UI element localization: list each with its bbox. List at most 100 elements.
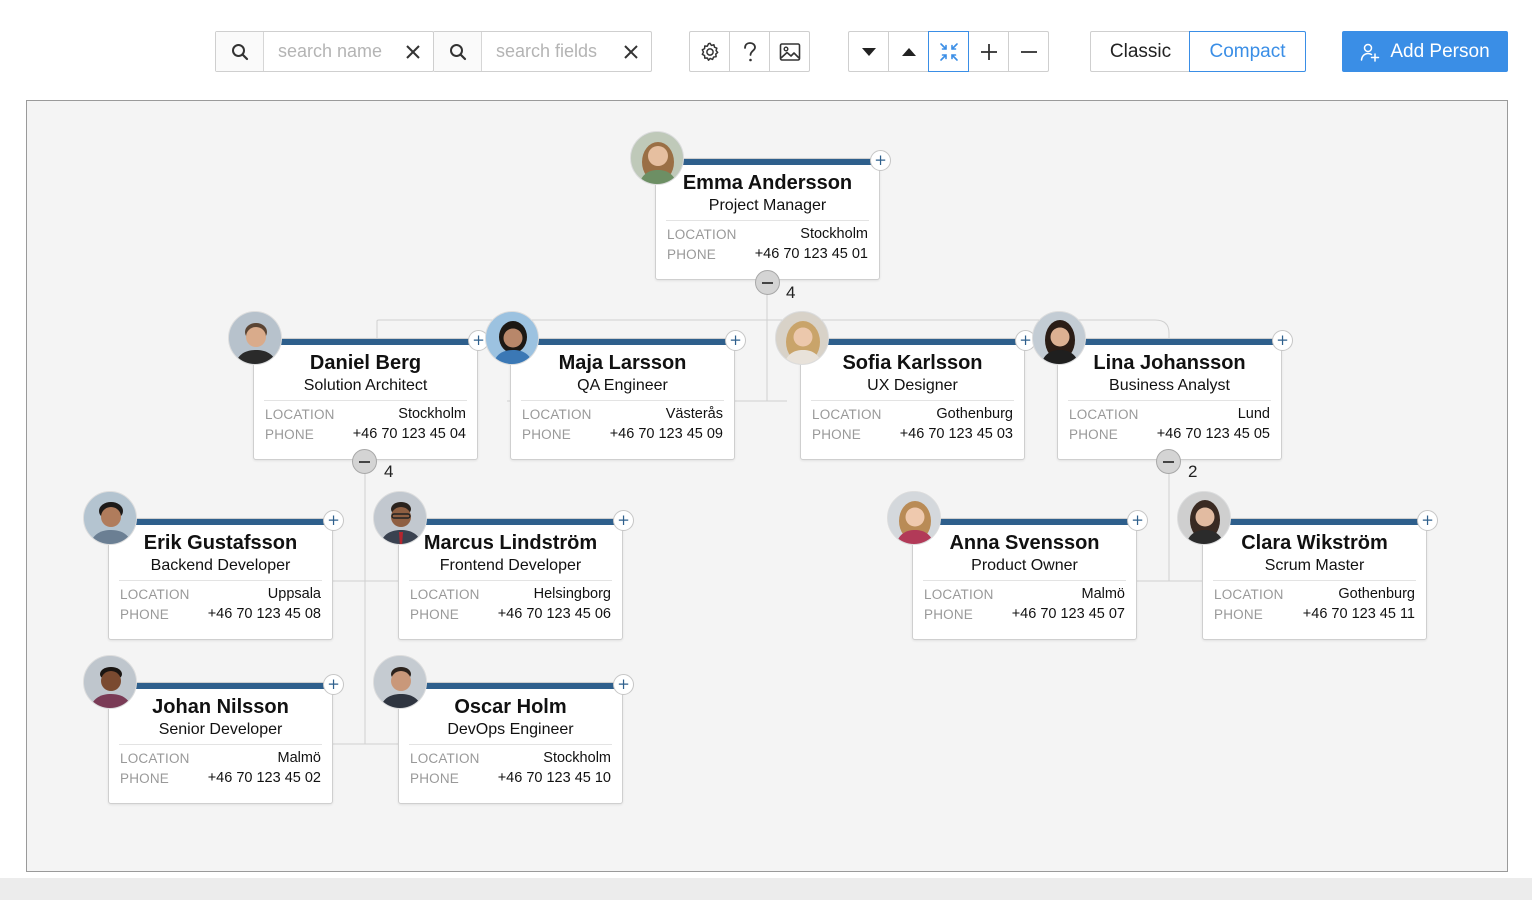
phone-label: PHONE	[522, 426, 572, 442]
phone-row: PHONE +46 70 123 45 09	[522, 425, 723, 443]
add-child-button[interactable]: +	[323, 674, 344, 695]
location-row: LOCATION Gothenburg	[1214, 585, 1415, 603]
search-fields-input[interactable]	[482, 32, 611, 71]
search-name-input[interactable]	[264, 32, 393, 71]
divider	[666, 220, 869, 221]
add-child-button[interactable]: +	[1417, 510, 1438, 531]
add-child-button[interactable]: +	[1272, 330, 1293, 351]
phone-label: PHONE	[120, 770, 170, 786]
phone-label: PHONE	[410, 606, 460, 622]
phone-value: +46 70 123 45 11	[1302, 606, 1415, 622]
window-bottom-edge	[0, 878, 1532, 900]
phone-label: PHONE	[410, 770, 460, 786]
add-child-button[interactable]: +	[1127, 510, 1148, 531]
person-name: Marcus Lindström	[423, 532, 598, 554]
layout-classic-button[interactable]: Classic	[1090, 31, 1191, 72]
location-row: LOCATION Lund	[1069, 405, 1270, 423]
collapse-children-button[interactable]	[1156, 449, 1181, 474]
phone-row: PHONE +46 70 123 45 03	[812, 425, 1013, 443]
card-accent-bar	[109, 683, 332, 689]
location-label: LOCATION	[120, 586, 190, 602]
phone-row: PHONE +46 70 123 45 06	[410, 605, 611, 623]
caret-up-icon	[901, 47, 916, 56]
phone-value: +46 70 123 45 04	[352, 426, 466, 442]
person-card-maja[interactable]: + Maja Larsson QA Engineer LOCATION Väste…	[485, 311, 746, 460]
add-person-button[interactable]: Add Person	[1342, 31, 1508, 72]
zoom-out-button[interactable]	[1008, 31, 1049, 72]
minus-icon	[1163, 460, 1174, 463]
phone-label: PHONE	[1214, 606, 1264, 622]
person-card-emma[interactable]: + Emma Andersson Project Manager LOCATIO…	[630, 131, 891, 280]
location-row: LOCATION Stockholm	[667, 225, 868, 243]
view-button-group	[848, 31, 1049, 72]
phone-value: +46 70 123 45 06	[497, 606, 611, 622]
org-chart-canvas[interactable]: + Emma Andersson Project Manager LOCATIO…	[26, 100, 1508, 872]
clear-icon[interactable]	[393, 32, 433, 71]
phone-row: PHONE +46 70 123 45 01	[667, 245, 868, 263]
phone-value: +46 70 123 45 09	[609, 426, 723, 442]
location-row: LOCATION Malmö	[120, 749, 321, 767]
location-row: LOCATION Stockholm	[410, 749, 611, 767]
search-name-group	[215, 31, 434, 72]
person-name: Maja Larsson	[558, 352, 687, 374]
person-title: Solution Architect	[303, 377, 428, 394]
add-child-button[interactable]: +	[613, 674, 634, 695]
divider	[119, 744, 322, 745]
search-icon[interactable]	[216, 32, 264, 71]
phone-row: PHONE +46 70 123 45 08	[120, 605, 321, 623]
expand-all-button[interactable]	[848, 31, 889, 72]
fit-to-screen-button[interactable]	[928, 31, 969, 72]
card-accent-bar	[109, 519, 332, 525]
add-child-button[interactable]: +	[725, 330, 746, 351]
location-label: LOCATION	[522, 406, 592, 422]
divider	[811, 400, 1014, 401]
help-button[interactable]	[729, 31, 770, 72]
layout-compact-button[interactable]: Compact	[1189, 31, 1306, 72]
zoom-in-button[interactable]	[968, 31, 1009, 72]
person-name: Oscar Holm	[454, 696, 567, 718]
location-label: LOCATION	[667, 226, 737, 242]
person-card-anna[interactable]: + Anna Svensson Product Owner LOCATION Ma…	[887, 491, 1148, 640]
location-value: Stockholm	[800, 226, 868, 242]
collapse-children-button[interactable]	[352, 449, 377, 474]
child-count: 4	[384, 462, 394, 481]
person-card-oscar[interactable]: + Oscar Holm DevOps Engineer LOCATION Sto…	[373, 655, 634, 804]
card-accent-bar	[1203, 519, 1426, 525]
location-label: LOCATION	[410, 750, 480, 766]
location-label: LOCATION	[1214, 586, 1284, 602]
person-title: Frontend Developer	[439, 557, 582, 574]
phone-row: PHONE +46 70 123 45 04	[265, 425, 466, 443]
collapse-children-button[interactable]	[755, 270, 780, 295]
person-card-marcus[interactable]: + Marcus Lindström Frontend Developer LO…	[373, 491, 634, 640]
person-card-clara[interactable]: + Clara Wikström Scrum Master LOCATION Go…	[1177, 491, 1438, 640]
search-icon[interactable]	[434, 32, 482, 71]
location-value: Gothenburg	[1338, 586, 1415, 602]
add-child-button[interactable]: +	[323, 510, 344, 531]
person-card-erik[interactable]: + Erik Gustafsson Backend Developer LOCA…	[83, 491, 344, 640]
location-row: LOCATION Gothenburg	[812, 405, 1013, 423]
person-title: Scrum Master	[1264, 557, 1365, 574]
settings-button[interactable]	[689, 31, 730, 72]
toolbar: Classic Compact Add Person	[0, 0, 1532, 100]
add-child-button[interactable]: +	[870, 150, 891, 171]
person-name: Daniel Berg	[309, 352, 422, 374]
person-card-daniel[interactable]: + Daniel Berg Solution Architect LOCATIO…	[228, 311, 489, 460]
image-icon	[779, 42, 800, 61]
clear-icon[interactable]	[611, 32, 651, 71]
collapse-all-button[interactable]	[888, 31, 929, 72]
divider	[409, 744, 612, 745]
add-child-button[interactable]: +	[613, 510, 634, 531]
location-label: LOCATION	[410, 586, 480, 602]
card-accent-bar	[913, 519, 1136, 525]
minus-icon	[359, 460, 370, 463]
export-image-button[interactable]	[769, 31, 810, 72]
phone-value: +46 70 123 45 03	[899, 426, 1013, 442]
person-card-sofia[interactable]: + Sofia Karlsson UX Designer LOCATION Got…	[775, 311, 1036, 460]
divider	[1213, 580, 1416, 581]
person-card-lina[interactable]: + Lina Johansson Business Analyst LOCATI…	[1032, 311, 1293, 460]
phone-value: +46 70 123 45 08	[207, 606, 321, 622]
location-label: LOCATION	[1069, 406, 1139, 422]
child-count: 2	[1188, 462, 1198, 481]
person-card-johan[interactable]: + Johan Nilsson Senior Developer LOCATIO…	[83, 655, 344, 804]
minus-icon	[1020, 50, 1037, 53]
